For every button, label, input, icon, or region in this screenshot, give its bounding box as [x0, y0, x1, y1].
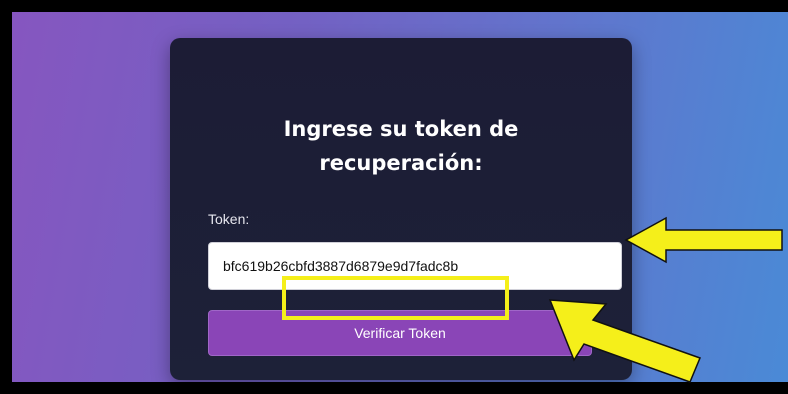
token-recovery-card: Ingrese su token de recuperación: Token:… — [170, 38, 632, 380]
title-line-2: recuperación: — [319, 151, 483, 175]
title-line-1: Ingrese su token de — [283, 117, 519, 141]
token-input[interactable] — [208, 242, 622, 290]
token-label: Token: — [208, 211, 250, 227]
page-background: Ingrese su token de recuperación: Token:… — [12, 12, 788, 382]
verify-token-button[interactable]: Verificar Token — [208, 310, 592, 356]
page-title: Ingrese su token de recuperación: — [170, 112, 632, 180]
